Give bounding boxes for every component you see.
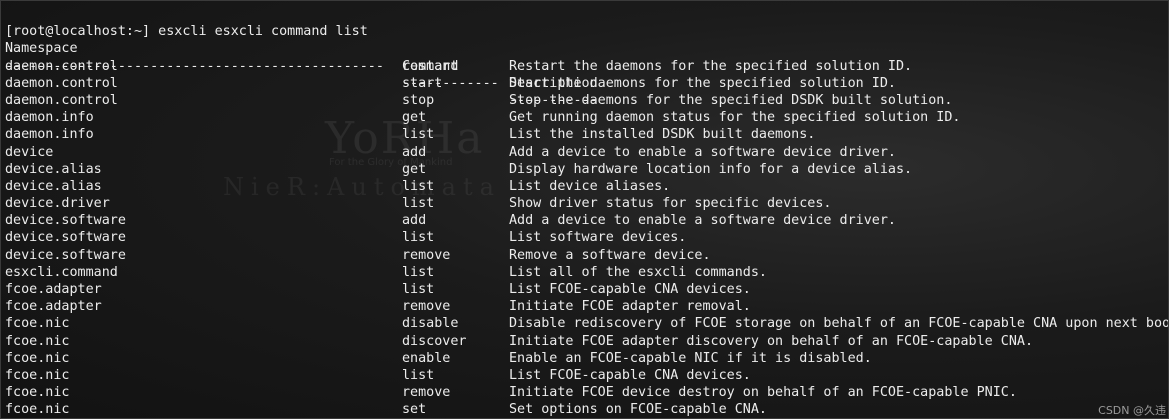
row-command: get (402, 110, 427, 126)
row-description: Stop the daemons for the specified DSDK … (509, 92, 953, 108)
row-description: Initiate FCOE device destroy on behalf o… (509, 385, 1017, 401)
table-row: fcoe.nic discover Initiate FCOE adapter di… (5, 333, 1168, 350)
row-namespace: device.alias (5, 178, 102, 194)
terminal-output: [root@localhost:~] esxcli esxcli command… (1, 1, 1168, 418)
row-command: disable (402, 316, 459, 332)
row-command: add (402, 144, 427, 160)
row-description: List the installed DSDK built daemons. (509, 127, 816, 143)
table-row: fcoe.nic list List FCOE-capable CNA device… (5, 367, 1168, 384)
table-row: device.driver list Show driver status for … (5, 195, 1168, 212)
table-row: device add Add a device to enable a softwa… (5, 144, 1168, 161)
row-command: list (402, 282, 435, 297)
row-namespace: daemon.control (5, 58, 118, 74)
row-namespace: fcoe.adapter (5, 299, 102, 315)
terminal-window[interactable]: YoRHa For the Glory of Mankind NieR:Auto… (0, 0, 1169, 419)
row-namespace: device.alias (5, 161, 102, 177)
table-row: device.software remove Remove a software d… (5, 247, 1168, 264)
row-command: get (402, 161, 427, 177)
row-command: list (402, 127, 435, 143)
row-namespace: fcoe.adapter (5, 282, 102, 297)
row-namespace: fcoe.nic (5, 316, 70, 332)
table-row: esxcli.command list List all of the esxcli… (5, 264, 1168, 281)
row-command: discover (402, 333, 467, 349)
row-description: Disable rediscovery of FCOE storage on b… (509, 316, 1169, 332)
row-description: Get running daemon status for the specif… (509, 110, 961, 126)
row-namespace: device.software (5, 230, 126, 246)
header-row: Namespace Command Description (5, 23, 1168, 90)
row-description: List FCOE-capable CNA devices. (509, 282, 751, 297)
row-description: Restart the daemons for the specified so… (509, 58, 913, 74)
row-namespace: fcoe.nic (5, 350, 70, 366)
table-row: daemon.control stop Stop the daemons for t… (5, 92, 1168, 109)
row-description: Remove a software device. (509, 247, 711, 263)
row-command: remove (402, 385, 451, 401)
row-namespace: daemon.control (5, 92, 118, 108)
row-namespace: device (5, 144, 54, 160)
row-namespace: fcoe.nic (5, 333, 70, 349)
row-command: list (402, 178, 435, 194)
table-row: device.alias get Display hardware location… (5, 161, 1168, 178)
row-command: restart (402, 58, 459, 74)
row-command: list (402, 264, 435, 280)
table-row: device.alias list List device aliases. (5, 178, 1168, 195)
row-command: add (402, 213, 427, 229)
table-row: fcoe.adapter remove Initiate FCOE adapter … (5, 298, 1168, 315)
row-namespace: fcoe.nic (5, 385, 70, 401)
row-description: List device aliases. (509, 178, 671, 194)
table-row: fcoe.nic set Set options on FCOE-capable C… (5, 401, 1168, 418)
row-command: remove (402, 299, 451, 315)
table-row: daemon.control start Start the daemons for… (5, 75, 1168, 92)
row-command: list (402, 230, 435, 246)
row-description: Add a device to enable a software device… (509, 213, 896, 229)
command-table-body: daemon.control restart Restart the daemons… (5, 58, 1168, 418)
row-namespace: device.software (5, 247, 126, 263)
row-description: Initiate FCOE adapter discovery on behal… (509, 333, 1034, 349)
row-description: Enable an FCOE-capable NIC if it is disa… (509, 350, 872, 366)
row-command: remove (402, 247, 451, 263)
table-row: device.software list List software devices… (5, 229, 1168, 246)
table-row: device.software add Add a device to enable… (5, 212, 1168, 229)
prompt-line: [root@localhost:~] esxcli esxcli command… (5, 6, 1168, 39)
row-namespace: device.driver (5, 196, 110, 212)
table-row: fcoe.nic disable Disable rediscovery of FC… (5, 315, 1168, 332)
row-description: List FCOE-capable CNA devices. (509, 367, 751, 383)
row-command: list (402, 367, 435, 383)
row-description: Add a device to enable a software device… (509, 144, 896, 160)
corner-watermark: CSDN @久违 (1098, 404, 1166, 417)
row-namespace: device.software (5, 213, 126, 229)
row-command: list (402, 196, 435, 212)
row-command: set (402, 402, 427, 418)
row-description: Display hardware location info for a dev… (509, 161, 913, 177)
row-namespace: daemon.control (5, 75, 118, 91)
row-command: start (402, 75, 443, 91)
row-description: Set options on FCOE-capable CNA. (509, 402, 767, 418)
row-description: List all of the esxcli commands. (509, 264, 767, 280)
row-command: stop (402, 92, 435, 108)
table-row: daemon.control restart Restart the daemons… (5, 58, 1168, 75)
table-row: fcoe.nic enable Enable an FCOE-capable NIC… (5, 350, 1168, 367)
row-namespace: esxcli.command (5, 264, 118, 280)
table-row: daemon.info list List the installed DSDK b… (5, 126, 1168, 143)
separator-row: ----------------------------------------… (5, 40, 1168, 108)
row-description: List software devices. (509, 230, 687, 246)
table-row: daemon.info get Get running daemon status … (5, 109, 1168, 126)
table-row: fcoe.adapter list List FCOE-capable CNA de… (5, 281, 1168, 298)
row-command: enable (402, 350, 451, 366)
row-description: Initiate FCOE adapter removal. (509, 299, 751, 315)
row-description: Start the daemons for the specified solu… (509, 75, 896, 91)
row-description: Show driver status for specific devices. (509, 196, 832, 212)
row-namespace: fcoe.nic (5, 367, 70, 383)
table-row: fcoe.nic remove Initiate FCOE device destr… (5, 384, 1168, 401)
row-namespace: daemon.info (5, 127, 94, 143)
row-namespace: daemon.info (5, 110, 94, 126)
row-namespace: fcoe.nic (5, 402, 70, 418)
